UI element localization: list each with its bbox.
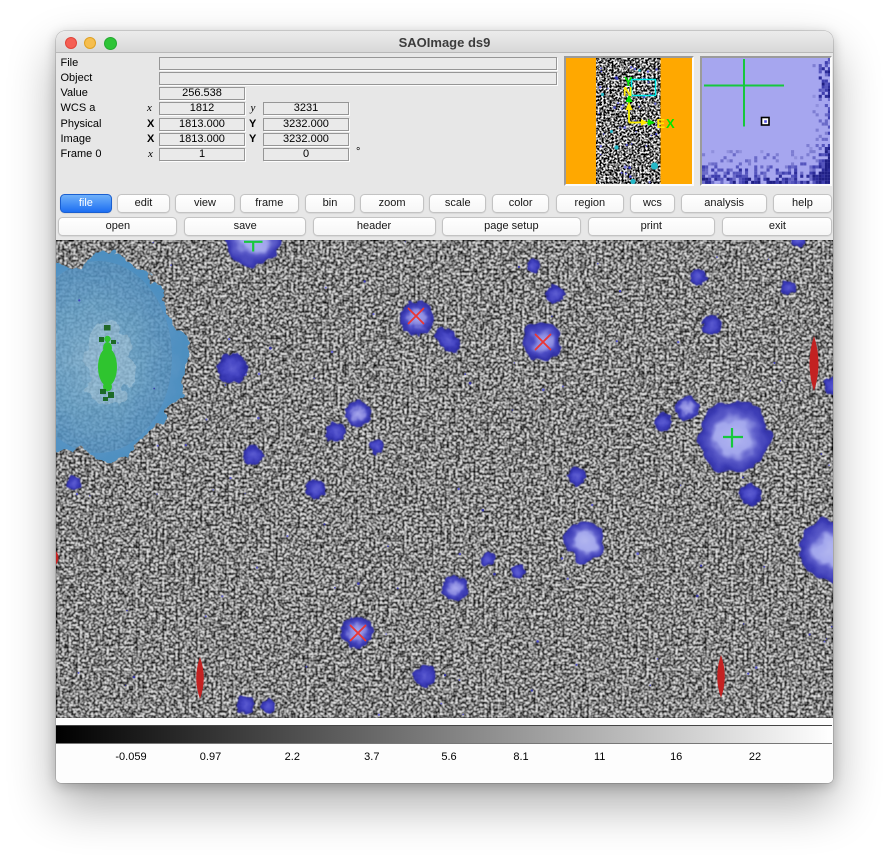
svg-text:Y: Y	[624, 74, 633, 89]
svg-text:E: E	[657, 116, 666, 131]
svg-text:X: X	[666, 116, 675, 131]
